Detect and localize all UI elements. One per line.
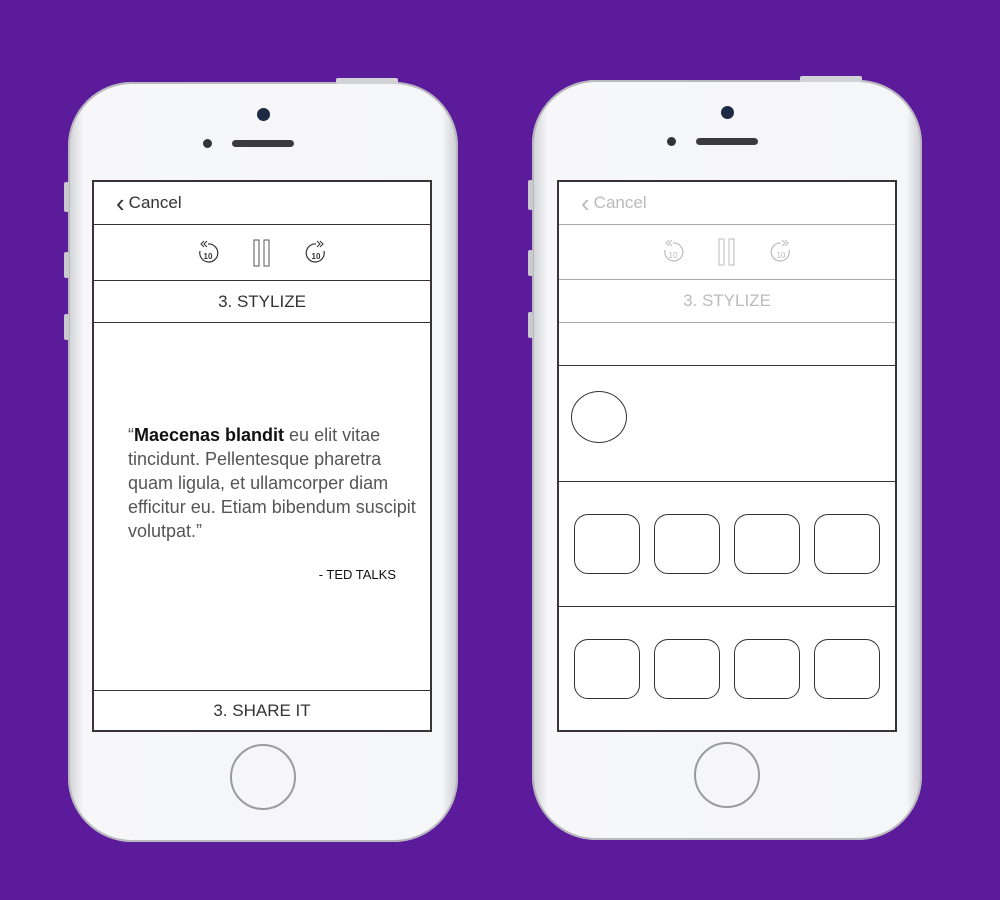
forward-10-icon[interactable]: 10 (302, 239, 330, 267)
volume-down (528, 312, 533, 338)
pause-icon[interactable] (717, 237, 737, 267)
style-tile[interactable] (734, 639, 800, 699)
volume-up (528, 250, 533, 276)
replay-10-icon[interactable]: 10 (659, 238, 687, 266)
playback-controls: 10 10 (559, 225, 895, 280)
share-button[interactable]: 3. SHARE IT (94, 691, 430, 731)
phone-left: ‹ Cancel 10 10 3. STYLIZE “Maecenas blan… (64, 78, 458, 842)
home-button[interactable] (694, 742, 760, 808)
screen: ‹ Cancel 10 10 3. STYLIZE (557, 180, 897, 732)
sensor (203, 139, 212, 148)
style-tile[interactable] (574, 514, 640, 574)
chevron-left-icon: ‹ (116, 187, 125, 218)
speaker (232, 140, 294, 147)
screen: ‹ Cancel 10 10 3. STYLIZE “Maecenas blan… (92, 180, 432, 732)
style-tile[interactable] (814, 514, 880, 574)
svg-text:10: 10 (669, 251, 678, 260)
quote-card: “Maecenas blandit eu elit vitae tincidun… (94, 323, 430, 691)
speaker (696, 138, 758, 145)
svg-text:10: 10 (204, 252, 213, 261)
volume-up (64, 252, 69, 278)
style-tile[interactable] (654, 639, 720, 699)
cancel-label: Cancel (128, 193, 182, 212)
section-title: 3. STYLIZE (94, 281, 430, 323)
forward-10-icon[interactable]: 10 (767, 238, 795, 266)
quote-text: “Maecenas blandit eu elit vitae tincidun… (128, 425, 416, 541)
sensor (667, 137, 676, 146)
power-button (800, 76, 862, 82)
mute-switch (64, 182, 69, 212)
svg-text:10: 10 (312, 252, 321, 261)
color-picker-row (559, 366, 895, 482)
home-button[interactable] (230, 744, 296, 810)
cancel-button[interactable]: ‹ Cancel (559, 182, 895, 225)
empty-row (559, 323, 895, 366)
cancel-label: Cancel (593, 193, 647, 212)
volume-down (64, 314, 69, 340)
camera (721, 106, 734, 119)
replay-10-icon[interactable]: 10 (194, 239, 222, 267)
style-row-1 (559, 482, 895, 607)
playback-controls: 10 10 (94, 225, 430, 281)
color-swatch[interactable] (571, 391, 627, 443)
section-title-text: 3. STYLIZE (218, 291, 306, 311)
pause-icon[interactable] (252, 238, 272, 268)
style-tile[interactable] (574, 639, 640, 699)
style-row-2 (559, 607, 895, 731)
style-tile[interactable] (654, 514, 720, 574)
chevron-left-icon: ‹ (581, 187, 590, 218)
camera (257, 108, 270, 121)
power-button (336, 78, 398, 84)
phone-right: ‹ Cancel 10 10 3. STYLIZE (528, 76, 922, 840)
style-tile[interactable] (734, 514, 800, 574)
mute-switch (528, 180, 533, 210)
section-title: 3. STYLIZE (559, 280, 895, 323)
quote-bold: Maecenas blandit (134, 425, 285, 445)
cancel-button[interactable]: ‹ Cancel (94, 182, 430, 225)
svg-text:10: 10 (777, 251, 786, 260)
style-tile[interactable] (814, 639, 880, 699)
quote-attribution: - TED TALKS (318, 567, 396, 582)
